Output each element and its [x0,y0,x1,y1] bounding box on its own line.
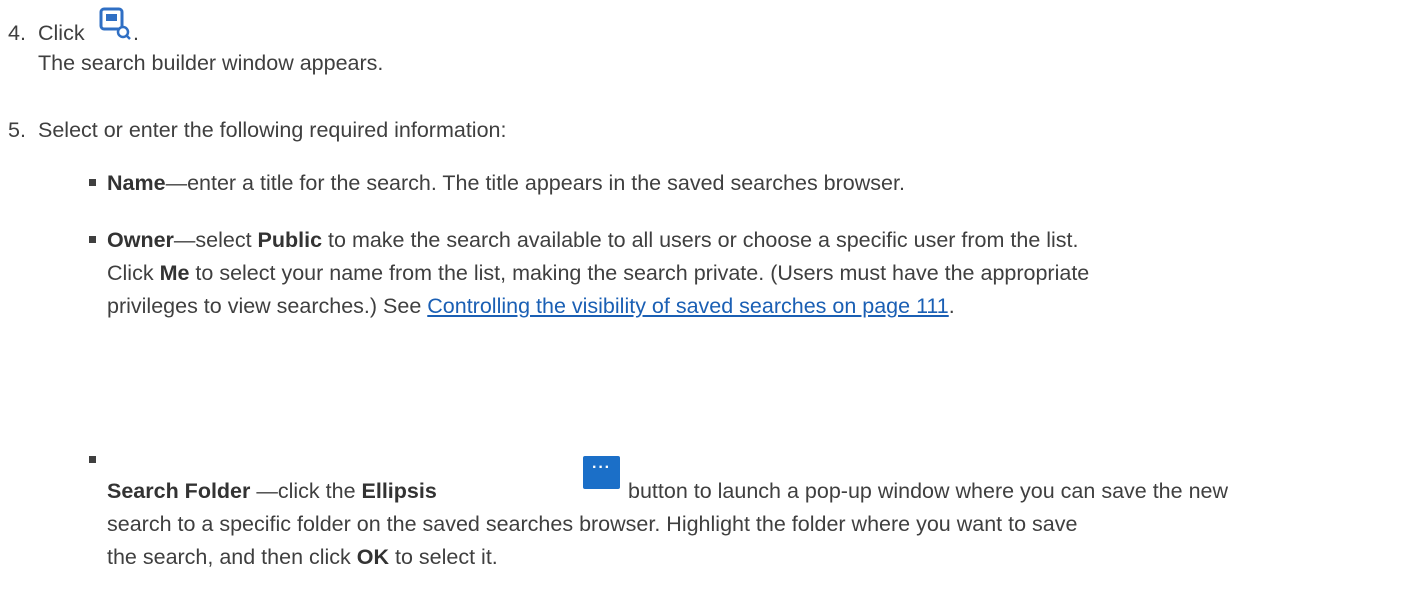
bullet-marker [89,179,96,186]
bullet-text: —enter a title for the search. The title… [165,171,905,195]
bullet-marker [89,456,96,463]
step-number: 4. [8,21,26,45]
search-builder-icon [99,7,131,40]
bullet-term: Name [107,171,166,195]
bullet-marker [89,236,96,243]
step-text: Click [38,21,85,45]
ellipsis-button[interactable]: ··· [583,456,620,489]
step-number: 5. [8,118,26,142]
visibility-link[interactable]: Controlling the visibility of saved sear… [427,294,948,318]
bullet-term: Owner [107,228,174,252]
step-suffix: . [133,21,139,45]
step-text: Select or enter the following required i… [38,118,507,142]
step-result: The search builder window appears. [38,51,384,75]
bullet-term: Search Folder [107,479,251,503]
